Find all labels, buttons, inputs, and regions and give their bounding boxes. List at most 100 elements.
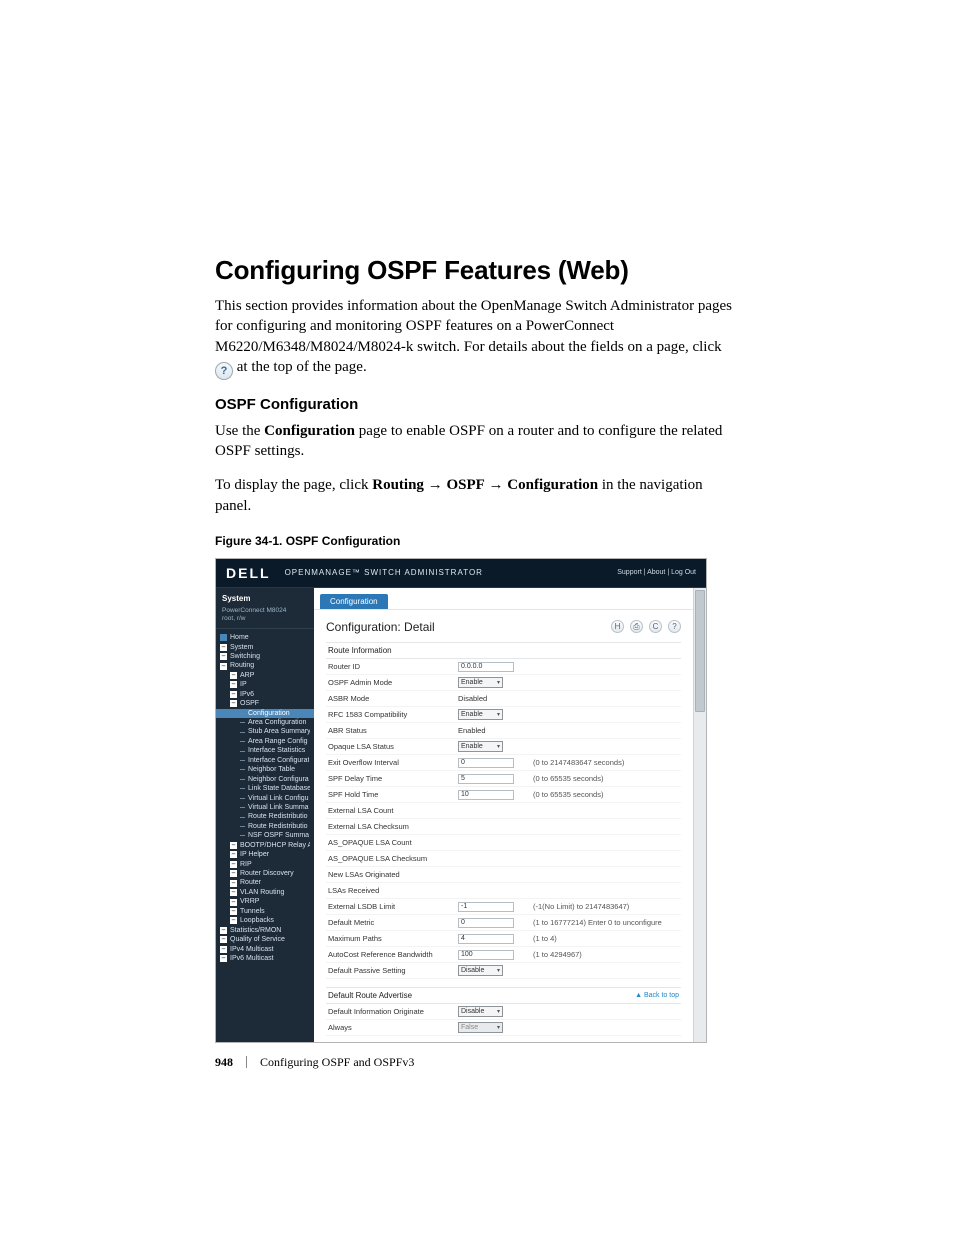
nav-item-tunnels[interactable]: Tunnels	[216, 907, 314, 916]
back-to-top-link[interactable]: ▲ Back to top	[635, 992, 679, 999]
nav-item-intf-config[interactable]: Interface Configurat	[216, 756, 314, 765]
nav-item-route-redist2[interactable]: Route Redistributio	[216, 822, 314, 831]
nav-user: root, r/w	[222, 615, 308, 624]
form-row: LSAs Received	[326, 883, 681, 899]
para-2: Use the Configuration page to enable OSP…	[215, 421, 739, 462]
tab-configuration[interactable]: Configuration	[320, 594, 388, 609]
intro-text-2: at the top of the page.	[237, 359, 367, 375]
refresh-icon[interactable]: C	[649, 620, 662, 633]
nav-item-neighbor-config[interactable]: Neighbor Configura	[216, 775, 314, 784]
save-icon[interactable]: H	[611, 620, 624, 633]
form-row: External LSDB Limit-1(-1(No Limit) to 21…	[326, 899, 681, 915]
nav-item-area-range[interactable]: Area Range Config	[216, 737, 314, 746]
help-icon[interactable]: ?	[668, 620, 681, 633]
dropdown[interactable]: Enable▾	[458, 709, 503, 720]
p3c: OSPF	[446, 477, 484, 493]
nav-item-neighbor-table[interactable]: Neighbor Table	[216, 765, 314, 774]
dropdown[interactable]: Enable▾	[458, 741, 503, 752]
page-number: 948	[215, 1055, 233, 1069]
nav-item-vlan-routing[interactable]: VLAN Routing	[216, 888, 314, 897]
nav-item-stub-area[interactable]: Stub Area Summary	[216, 727, 314, 736]
field-label: RFC 1583 Compatibility	[326, 710, 458, 719]
field-label: New LSAs Originated	[326, 870, 458, 879]
dropdown[interactable]: Disable▾	[458, 1006, 503, 1017]
nav-item-bootp[interactable]: BOOTP/DHCP Relay Age	[216, 841, 314, 850]
field-hint: (0 to 65535 seconds)	[533, 790, 681, 799]
nav-item-qos[interactable]: Quality of Service	[216, 935, 314, 944]
field-label: ABR Status	[326, 726, 458, 735]
nav-item-switching[interactable]: Switching	[216, 652, 314, 661]
p2a: Use the	[215, 423, 264, 439]
form-row: AS_OPAQUE LSA Checksum	[326, 851, 681, 867]
nav-item-vrrp[interactable]: VRRP	[216, 897, 314, 906]
form-row: External LSA Count	[326, 803, 681, 819]
field-hint: (1 to 4294967)	[533, 950, 681, 959]
text-input[interactable]: 0	[458, 758, 514, 768]
dropdown: False▾	[458, 1022, 503, 1033]
content-title: Configuration: Detail	[326, 620, 435, 634]
text-input[interactable]: 0.0.0.0	[458, 662, 514, 672]
header-links[interactable]: Support | About | Log Out	[617, 569, 696, 576]
nav-item-routing[interactable]: Routing	[216, 661, 314, 670]
print-icon[interactable]: ⎙	[630, 620, 643, 633]
form-row: OSPF Admin ModeEnable▾	[326, 675, 681, 691]
form-row: External LSA Checksum	[326, 819, 681, 835]
nav-item-vlink-config[interactable]: Virtual Link Configu	[216, 794, 314, 803]
field-label: Opaque LSA Status	[326, 742, 458, 751]
chevron-down-icon: ▾	[497, 711, 500, 718]
nav-item-system[interactable]: System	[216, 643, 314, 652]
nav-item-area-config[interactable]: Area Configuration	[216, 718, 314, 727]
dropdown[interactable]: Enable▾	[458, 677, 503, 688]
nav-item-router-discovery[interactable]: Router Discovery	[216, 869, 314, 878]
field-label: Maximum Paths	[326, 934, 458, 943]
form-row: Default Information OriginateDisable▾	[326, 1004, 681, 1020]
section-default-route: Default Route Advertise ▲ Back to top	[326, 987, 681, 1004]
nav-item-home[interactable]: Home	[216, 633, 314, 642]
field-hint: (1 to 16777214) Enter 0 to unconfigure	[533, 918, 681, 927]
nav-item-router[interactable]: Router	[216, 878, 314, 887]
field-hint: (0 to 2147483647 seconds)	[533, 758, 681, 767]
form-row: Router ID0.0.0.0	[326, 659, 681, 675]
text-input[interactable]: 100	[458, 950, 514, 960]
scrollbar[interactable]	[693, 588, 706, 1042]
mock-main: Configuration Configuration: Detail H ⎙ …	[314, 588, 693, 1042]
scroll-thumb[interactable]	[695, 590, 705, 712]
nav-item-configuration[interactable]: Configuration	[216, 709, 314, 718]
text-input[interactable]: 5	[458, 774, 514, 784]
nav-item-link-state[interactable]: Link State Database	[216, 784, 314, 793]
dropdown[interactable]: Disable▾	[458, 965, 503, 976]
nav-item-route-redist1[interactable]: Route Redistributio	[216, 812, 314, 821]
text-input[interactable]: 10	[458, 790, 514, 800]
nav-item-stats-rmon[interactable]: Statistics/RMON	[216, 926, 314, 935]
nav-item-arp[interactable]: ARP	[216, 671, 314, 680]
p2b: Configuration	[264, 423, 355, 439]
field-label: Default Metric	[326, 918, 458, 927]
text-input[interactable]: -1	[458, 902, 514, 912]
nav-system-label[interactable]: System	[216, 592, 314, 607]
footer-title: Configuring OSPF and OSPFv3	[260, 1055, 414, 1069]
arrow2: →	[489, 477, 504, 493]
field-label: Router ID	[326, 662, 458, 671]
nav-item-ip-helper[interactable]: IP Helper	[216, 850, 314, 859]
figure-caption: Figure 34-1. OSPF Configuration	[215, 534, 739, 548]
nav-item-rip[interactable]: RIP	[216, 860, 314, 869]
nav-item-ip[interactable]: IP	[216, 680, 314, 689]
nav-item-vlink-summary[interactable]: Virtual Link Summa	[216, 803, 314, 812]
field-label: AS_OPAQUE LSA Count	[326, 838, 458, 847]
nav-item-nsf-ospf[interactable]: NSF OSPF Summa	[216, 831, 314, 840]
field-label: External LSDB Limit	[326, 902, 458, 911]
field-label: External LSA Count	[326, 806, 458, 815]
nav-item-ipv6[interactable]: IPv6	[216, 690, 314, 699]
screenshot-figure: DELL OPENMANAGE™ SWITCH ADMINISTRATOR Su…	[215, 558, 707, 1043]
help-icon: ?	[215, 362, 233, 380]
form-row: New LSAs Originated	[326, 867, 681, 883]
nav-item-ipv6-multicast[interactable]: IPv6 Multicast	[216, 954, 314, 963]
text-input[interactable]: 4	[458, 934, 514, 944]
nav-item-loopbacks[interactable]: Loopbacks	[216, 916, 314, 925]
nav-item-ipv4-multicast[interactable]: IPv4 Multicast	[216, 945, 314, 954]
nav-item-ospf[interactable]: OSPF	[216, 699, 314, 708]
text-input[interactable]: 0	[458, 918, 514, 928]
nav-tree[interactable]: System PowerConnect M8024 root, r/w Home…	[216, 588, 314, 1042]
nav-item-intf-stats[interactable]: Interface Statistics	[216, 746, 314, 755]
p3d: Configuration	[507, 477, 598, 493]
